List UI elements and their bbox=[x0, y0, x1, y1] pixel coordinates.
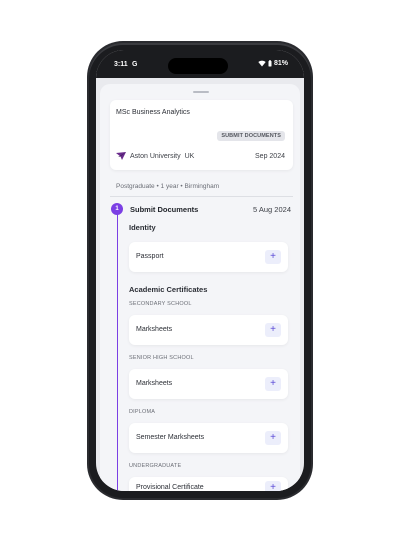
document-name: Marksheets bbox=[136, 326, 173, 333]
step-date: 5 Aug 2024 bbox=[253, 205, 291, 214]
document-name: Marksheets bbox=[136, 380, 173, 387]
phone-screen: 3:11 G 81% MSc Business Analytics SUBMIT… bbox=[96, 50, 304, 491]
status-indicators: 81% bbox=[258, 60, 288, 67]
intake-date: Sep 2024 bbox=[255, 153, 285, 160]
step-number-badge: 1 bbox=[111, 203, 123, 215]
add-document-button[interactable]: + bbox=[265, 431, 281, 445]
university-country: UK bbox=[184, 152, 195, 160]
group-label: SECONDARY SCHOOL bbox=[129, 301, 192, 307]
battery-percent: 81% bbox=[273, 60, 288, 67]
group-label: UNDERGRADUATE bbox=[129, 463, 182, 469]
group-label: DIPLOMA bbox=[129, 409, 156, 415]
section-title-identity: Identity bbox=[129, 223, 156, 232]
document-card[interactable]: Semester Marksheets + bbox=[129, 423, 288, 453]
course-card[interactable]: MSc Business Analytics SUBMIT DOCUMENTS … bbox=[110, 100, 293, 170]
status-bar: 3:11 G 81% bbox=[96, 50, 304, 78]
document-card[interactable]: Marksheets + bbox=[129, 369, 288, 399]
course-title: MSc Business Analytics bbox=[116, 109, 190, 116]
camera-notch bbox=[168, 58, 228, 74]
divider bbox=[110, 196, 293, 197]
section-title-academic: Academic Certificates bbox=[129, 285, 208, 294]
sheet-grabber-handle[interactable] bbox=[193, 91, 209, 93]
course-meta: Postgraduate • 1 year • Birmingham bbox=[116, 183, 220, 190]
status-time: 3:11 bbox=[114, 61, 128, 68]
document-card[interactable]: Provisional Certificate + bbox=[129, 477, 288, 491]
document-name: Semester Marksheets bbox=[136, 434, 205, 441]
battery-icon bbox=[268, 60, 272, 67]
add-document-button[interactable]: + bbox=[265, 323, 281, 337]
bottom-sheet[interactable]: MSc Business Analytics SUBMIT DOCUMENTS … bbox=[100, 84, 300, 491]
document-name: Passport bbox=[136, 253, 164, 260]
university-logo-icon bbox=[116, 152, 126, 160]
timeline-line bbox=[117, 214, 118, 491]
document-name: Provisional Certificate bbox=[136, 484, 204, 491]
add-document-button[interactable]: + bbox=[265, 377, 281, 391]
document-card[interactable]: Marksheets + bbox=[129, 315, 288, 345]
add-document-button[interactable]: + bbox=[265, 481, 281, 491]
group-label: SENIOR HIGH SCHOOL bbox=[129, 355, 194, 361]
step-title: Submit Documents bbox=[130, 205, 199, 214]
university-name: Aston University bbox=[130, 152, 181, 160]
add-document-button[interactable]: + bbox=[265, 250, 281, 264]
document-card-passport[interactable]: Passport + bbox=[129, 242, 288, 272]
university-row: Aston University UK bbox=[116, 152, 194, 160]
status-badge: SUBMIT DOCUMENTS bbox=[217, 131, 285, 141]
wifi-icon bbox=[258, 60, 266, 67]
app-notification-icon: G bbox=[132, 61, 138, 68]
phone-frame: 3:11 G 81% MSc Business Analytics SUBMIT… bbox=[89, 43, 311, 498]
